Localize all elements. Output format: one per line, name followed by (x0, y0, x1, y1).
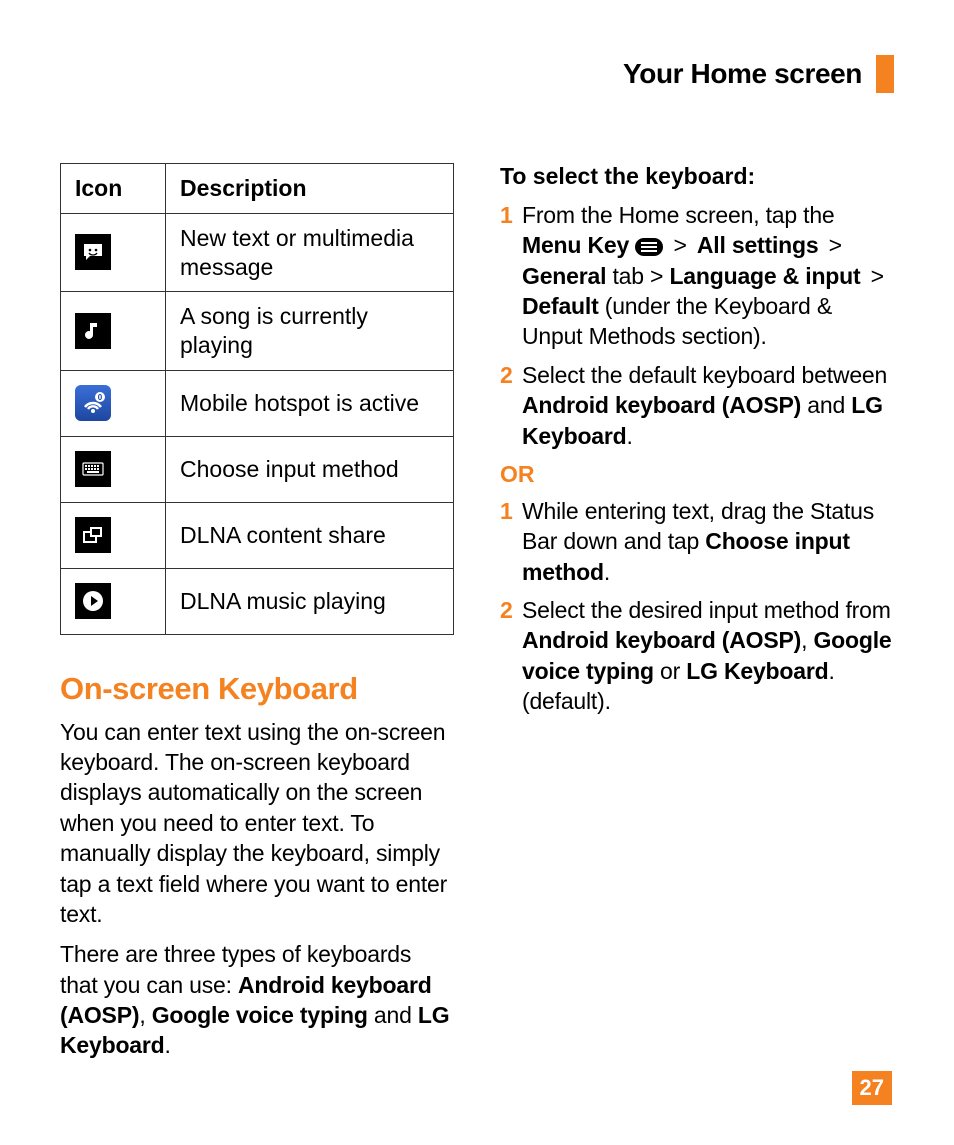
page-header: Your Home screen (60, 55, 894, 93)
icon-cell (61, 436, 166, 502)
bold-text: Android keyboard (AOSP) (522, 627, 801, 653)
table-row: A song is currently playing (61, 292, 454, 371)
text: Select the desired input method from (522, 597, 891, 623)
text: and (801, 392, 851, 418)
message-icon (75, 234, 111, 270)
accent-bar (876, 55, 894, 93)
svg-text:0: 0 (98, 393, 103, 402)
desc-cell: A song is currently playing (166, 292, 454, 371)
text: or (654, 658, 686, 684)
desc-cell: Choose input method (166, 436, 454, 502)
chevron-right: > (667, 232, 693, 258)
bold-text: General (522, 263, 606, 289)
left-column: Icon Description New text or multimedia … (60, 163, 454, 1071)
page-title: Your Home screen (623, 58, 862, 90)
icon-cell (61, 568, 166, 634)
hotspot-icon: 0 (75, 385, 111, 421)
step-number: 1 (500, 200, 514, 230)
text: , (139, 1002, 151, 1028)
chevron-right: > (864, 263, 883, 289)
sub-heading: To select the keyboard: (500, 163, 894, 190)
th-icon: Icon (61, 164, 166, 214)
chevron-right: > (822, 232, 841, 258)
icon-description-table: Icon Description New text or multimedia … (60, 163, 454, 635)
keyboard-types-paragraph: There are three types of keyboards that … (60, 939, 454, 1060)
text: : (748, 163, 756, 189)
text: tab > (606, 263, 669, 289)
bold-text: All settings (697, 232, 819, 258)
step-item: 2 Select the desired input method from A… (500, 595, 894, 716)
desc-cell: DLNA content share (166, 502, 454, 568)
step-number: 2 (500, 360, 514, 390)
step-item: 1 From the Home screen, tap the Menu Key… (500, 200, 894, 352)
icon-cell (61, 502, 166, 568)
steps-list-a: 1 From the Home screen, tap the Menu Key… (500, 200, 894, 451)
music-icon (75, 313, 111, 349)
page-number-badge: 27 (852, 1071, 892, 1105)
bold-text: Google voice typing (152, 1002, 368, 1028)
step-text: While entering text, drag the Status Bar… (522, 496, 894, 587)
dlna-play-icon (75, 583, 111, 619)
icon-cell (61, 213, 166, 292)
right-column: To select the keyboard: 1 From the Home … (500, 163, 894, 1071)
step-text: From the Home screen, tap the Menu Key >… (522, 200, 894, 352)
step-item: 2 Select the default keyboard between An… (500, 360, 894, 451)
desc-cell: Mobile hotspot is active (166, 370, 454, 436)
bold-text: Default (522, 293, 599, 319)
bold-text: Menu Key (522, 232, 629, 258)
text: . (164, 1032, 170, 1058)
content-columns: Icon Description New text or multimedia … (60, 163, 894, 1071)
table-row: Choose input method (61, 436, 454, 502)
steps-list-b: 1 While entering text, drag the Status B… (500, 496, 894, 717)
step-number: 1 (500, 496, 514, 526)
table-header-row: Icon Description (61, 164, 454, 214)
step-text: Select the default keyboard between Andr… (522, 360, 894, 451)
bold-text: Language & input (669, 263, 860, 289)
text: , (801, 627, 813, 653)
bold-text: To select the keyboard (500, 163, 748, 189)
text: From the Home screen, tap the (522, 202, 835, 228)
dlna-share-icon (75, 517, 111, 553)
table-row: DLNA content share (61, 502, 454, 568)
intro-paragraph: You can enter text using the on-screen k… (60, 717, 454, 930)
text: . (626, 423, 632, 449)
step-text: Select the desired input method from And… (522, 595, 894, 716)
desc-cell: New text or multimedia message (166, 213, 454, 292)
bold-text: Android keyboard (AOSP) (522, 392, 801, 418)
table-row: 0 Mobile hotspot is active (61, 370, 454, 436)
text: and (368, 1002, 418, 1028)
table-row: New text or multimedia message (61, 213, 454, 292)
desc-cell: DLNA music playing (166, 568, 454, 634)
section-heading: On-screen Keyboard (60, 671, 454, 707)
text: . (604, 559, 610, 585)
step-number: 2 (500, 595, 514, 625)
icon-cell (61, 292, 166, 371)
bold-text: LG Keyboard (686, 658, 828, 684)
table-row: DLNA music playing (61, 568, 454, 634)
menu-key-icon (635, 238, 663, 256)
or-separator: OR (500, 461, 894, 488)
icon-cell: 0 (61, 370, 166, 436)
th-description: Description (166, 164, 454, 214)
keyboard-icon (75, 451, 111, 487)
text: Select the default keyboard between (522, 362, 887, 388)
step-item: 1 While entering text, drag the Status B… (500, 496, 894, 587)
